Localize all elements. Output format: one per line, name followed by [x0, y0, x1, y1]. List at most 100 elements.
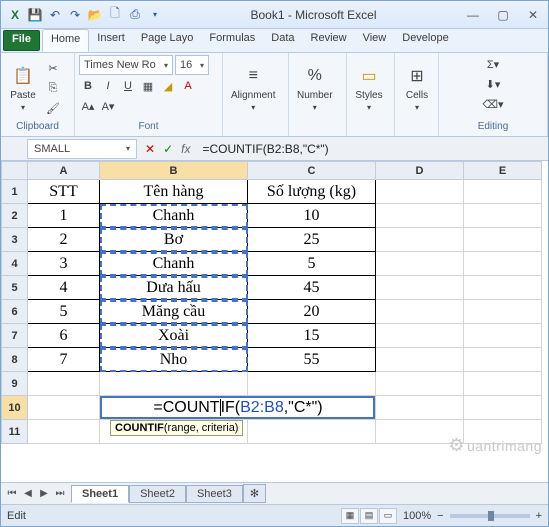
cell[interactable] — [28, 420, 100, 444]
cell[interactable] — [376, 324, 464, 348]
cell[interactable]: Dưa hấu — [100, 276, 248, 300]
row-header[interactable]: 4 — [2, 252, 28, 276]
cell[interactable] — [464, 372, 542, 396]
paste-button[interactable]: 📋 Paste ▾ — [5, 55, 41, 121]
cell[interactable] — [464, 300, 542, 324]
row-header[interactable]: 1 — [2, 180, 28, 204]
new-sheet-button[interactable]: ✻ — [243, 484, 266, 503]
new-icon[interactable]: 🗋 — [107, 7, 123, 23]
print-icon[interactable]: ⎙ — [127, 7, 143, 23]
cell-b1[interactable]: Tên hàng — [100, 180, 248, 204]
cell[interactable]: 20 — [248, 300, 376, 324]
sheet-tab-1[interactable]: Sheet1 — [71, 485, 129, 503]
cell[interactable] — [464, 204, 542, 228]
number-button[interactable]: % Number ▾ — [293, 55, 337, 121]
row-header[interactable]: 6 — [2, 300, 28, 324]
worksheet-area[interactable]: A B C D E 1 STT Tên hàng Số lượng (kg) 2… — [1, 161, 548, 482]
save-icon[interactable]: 💾 — [27, 7, 43, 23]
cell[interactable]: Bơ — [100, 228, 248, 252]
tab-page-layout[interactable]: Page Layo — [133, 29, 202, 52]
col-header-d[interactable]: D — [376, 162, 464, 180]
cell[interactable]: 7 — [28, 348, 100, 372]
cell[interactable] — [464, 324, 542, 348]
cell[interactable]: 4 — [28, 276, 100, 300]
underline-button[interactable]: U — [119, 77, 137, 95]
cell[interactable] — [376, 348, 464, 372]
cell[interactable]: Chanh — [100, 252, 248, 276]
font-color-button[interactable]: A — [179, 77, 197, 95]
font-size-select[interactable]: 16▾ — [175, 55, 209, 75]
cell[interactable] — [100, 372, 248, 396]
row-header[interactable]: 9 — [2, 372, 28, 396]
cell[interactable]: 25 — [248, 228, 376, 252]
tab-developer[interactable]: Develope — [394, 29, 456, 52]
cell[interactable] — [464, 228, 542, 252]
cell[interactable] — [464, 348, 542, 372]
cell[interactable] — [376, 276, 464, 300]
view-break-button[interactable]: ▭ — [379, 508, 397, 524]
qat-dropdown-icon[interactable]: ▾ — [147, 7, 163, 23]
row-header[interactable]: 5 — [2, 276, 28, 300]
row-header[interactable]: 11 — [2, 420, 28, 444]
col-header-b[interactable]: B — [100, 162, 248, 180]
tab-view[interactable]: View — [355, 29, 395, 52]
cell[interactable] — [376, 228, 464, 252]
cell[interactable]: 15 — [248, 324, 376, 348]
minimize-button[interactable]: — — [458, 4, 488, 26]
cell[interactable]: 3 — [28, 252, 100, 276]
next-sheet-icon[interactable]: ▶ — [37, 488, 51, 499]
col-header-a[interactable]: A — [28, 162, 100, 180]
decrease-font-icon[interactable]: A▾ — [99, 97, 117, 115]
tab-formulas[interactable]: Formulas — [201, 29, 263, 52]
cell[interactable]: 5 — [28, 300, 100, 324]
enter-formula-icon[interactable]: ✓ — [163, 142, 173, 156]
undo-icon[interactable]: ↶ — [47, 7, 63, 23]
col-header-c[interactable]: C — [248, 162, 376, 180]
insert-function-icon[interactable]: fx — [181, 142, 190, 156]
cell[interactable] — [28, 372, 100, 396]
name-box[interactable]: SMALL▾ — [27, 139, 137, 159]
redo-icon[interactable]: ↷ — [67, 7, 83, 23]
cell[interactable] — [464, 180, 542, 204]
cell[interactable] — [376, 180, 464, 204]
cell[interactable]: 1 — [28, 204, 100, 228]
italic-button[interactable]: I — [99, 77, 117, 95]
cell[interactable]: Nho — [100, 348, 248, 372]
row-header[interactable]: 2 — [2, 204, 28, 228]
increase-font-icon[interactable]: A▴ — [79, 97, 97, 115]
cell[interactable] — [248, 372, 376, 396]
open-icon[interactable]: 📂 — [87, 7, 103, 23]
active-cell-b10[interactable]: =COUNTIF(B2:B8,"C*") COUNTIF(range, crit… — [100, 396, 376, 420]
clear-icon[interactable]: ⌫▾ — [484, 95, 502, 113]
row-header[interactable]: 7 — [2, 324, 28, 348]
font-name-select[interactable]: Times New Ro▾ — [79, 55, 173, 75]
format-painter-icon[interactable]: 🖌 — [44, 99, 62, 117]
cell[interactable] — [376, 396, 464, 420]
cell[interactable]: Chanh — [100, 204, 248, 228]
fill-color-button[interactable]: ◢ — [159, 77, 177, 95]
zoom-out-button[interactable]: − — [437, 510, 443, 522]
maximize-button[interactable]: ▢ — [488, 4, 518, 26]
first-sheet-icon[interactable]: ⏮ — [5, 488, 19, 499]
row-header[interactable]: 10 — [2, 396, 28, 420]
cell[interactable] — [248, 420, 376, 444]
sheet-tab-2[interactable]: Sheet2 — [129, 485, 186, 503]
cell[interactable] — [28, 396, 100, 420]
close-button[interactable]: ✕ — [518, 4, 548, 26]
cell[interactable]: 6 — [28, 324, 100, 348]
tab-insert[interactable]: Insert — [89, 29, 133, 52]
view-normal-button[interactable]: ▦ — [341, 508, 359, 524]
cell[interactable]: 45 — [248, 276, 376, 300]
cut-icon[interactable]: ✂ — [44, 59, 62, 77]
row-header[interactable]: 8 — [2, 348, 28, 372]
cell[interactable]: 2 — [28, 228, 100, 252]
cell[interactable] — [464, 252, 542, 276]
cell[interactable] — [376, 252, 464, 276]
cell[interactable]: Măng cầu — [100, 300, 248, 324]
cell-c1[interactable]: Số lượng (kg) — [248, 180, 376, 204]
fill-icon[interactable]: ⬇▾ — [484, 75, 502, 93]
zoom-slider[interactable] — [450, 514, 530, 518]
select-all-corner[interactable] — [2, 162, 28, 180]
cell[interactable] — [464, 276, 542, 300]
cancel-formula-icon[interactable]: ✕ — [145, 142, 155, 156]
